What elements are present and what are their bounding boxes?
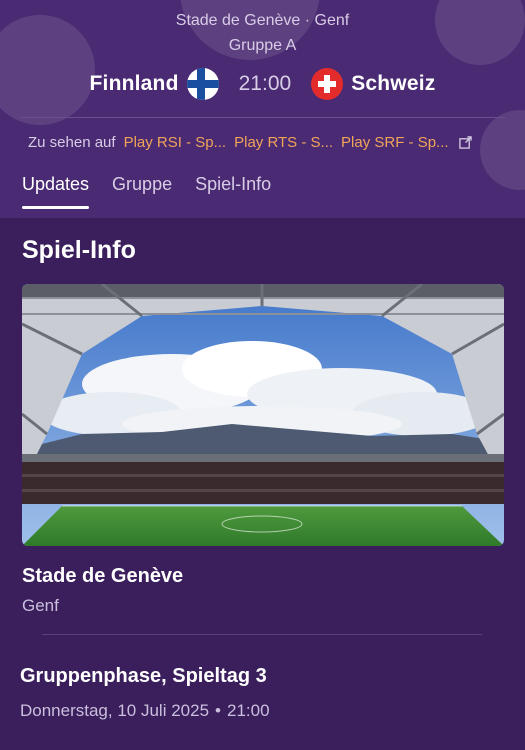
info-divider [42, 634, 482, 635]
kickoff-time: 21:00 [238, 72, 292, 95]
stadium-image [22, 284, 504, 546]
broadcast-label: Zu sehen auf [28, 134, 116, 151]
stadium-photo [22, 284, 504, 546]
home-team-name[interactable]: Finnland [90, 72, 179, 96]
stream-link-rts[interactable]: Play RTS - S... [234, 134, 333, 151]
external-link-icon[interactable] [458, 136, 472, 149]
away-team-name[interactable]: Schweiz [351, 72, 435, 96]
switzerland-flag-icon[interactable] [311, 68, 344, 100]
broadcast-row: Zu sehen auf Play RSI - Sp... Play RTS -… [28, 134, 508, 151]
header-divider [20, 117, 505, 118]
stadium-city: Genf [22, 596, 59, 615]
match-row[interactable]: Finnland 21:00 Schweiz [0, 66, 525, 102]
group-line: Gruppe A [228, 37, 297, 54]
stream-link-rsi[interactable]: Play RSI - Sp... [124, 134, 227, 151]
date-separator: • [215, 701, 221, 720]
match-datetime: Donnerstag, 10 Juli 2025 • 21:00 [20, 701, 270, 721]
tab-gruppe[interactable]: Gruppe [112, 174, 172, 209]
match-stage: Gruppenphase, Spieltag 3 [20, 665, 267, 687]
tab-updates[interactable]: Updates [22, 174, 90, 209]
finland-flag-icon[interactable] [186, 68, 219, 100]
tab-spiel-info[interactable]: Spiel-Info [195, 174, 271, 209]
match-header: Stade de Genève · Genf Gruppe A Finnland… [0, 0, 525, 218]
venue-line: Stade de Genève · Genf [175, 12, 350, 29]
section-title: Spiel-Info [22, 236, 136, 264]
stream-link-srf[interactable]: Play SRF - Sp... [341, 134, 449, 151]
tab-bar: Updates Gruppe Spiel-Info [22, 174, 294, 209]
match-date: Donnerstag, 10 Juli 2025 [20, 701, 210, 720]
match-time: 21:00 [226, 701, 270, 720]
stadium-name: Stade de Genève [22, 565, 184, 587]
